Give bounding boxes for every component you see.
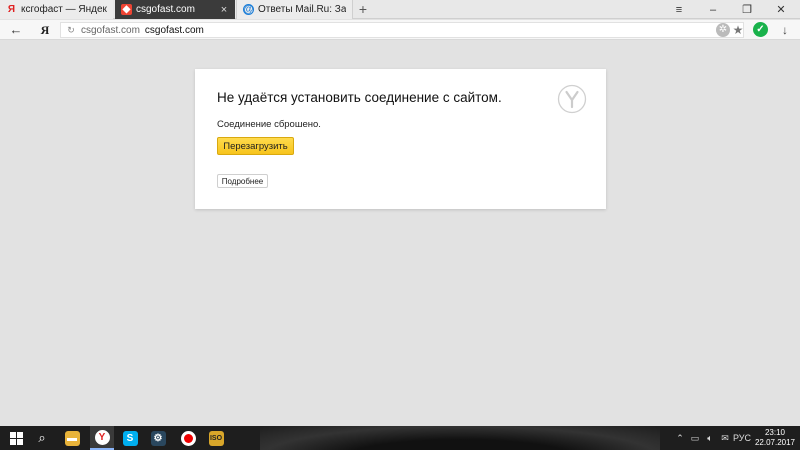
- navigation-bar: ← Я ↻ csgofast.com csgofast.com ✲ ★ ✓ ↓: [0, 20, 800, 40]
- taskbar-yandex-browser[interactable]: Y: [90, 426, 114, 450]
- taskbar-recorder[interactable]: [176, 426, 200, 450]
- address-domain: csgofast.com: [81, 24, 140, 36]
- windows-icon: [9, 431, 23, 445]
- app-icon: ISO: [208, 430, 224, 446]
- minimize-button[interactable]: –: [702, 0, 724, 19]
- search-button[interactable]: ⌕: [30, 426, 54, 450]
- new-tab-button[interactable]: +: [356, 1, 370, 18]
- yandex-home-button[interactable]: Я: [38, 21, 52, 39]
- steam-icon: ⚙: [150, 430, 166, 446]
- close-window-button[interactable]: ✕: [770, 0, 792, 19]
- back-button[interactable]: ←: [8, 21, 24, 39]
- tab-csgofast[interactable]: ◆ csgofast.com ×: [115, 0, 235, 19]
- record-icon: [180, 430, 196, 446]
- yandex-icon: Я: [7, 4, 16, 15]
- protect-icon[interactable]: ✲: [716, 23, 730, 37]
- speaker-icon[interactable]: 🔈︎: [704, 426, 716, 450]
- mailru-icon: @: [243, 4, 254, 15]
- tab-title: Ответы Mail.Ru: Задать воп: [258, 4, 346, 15]
- tab-mailru[interactable]: @ Ответы Mail.Ru: Задать воп: [236, 0, 353, 19]
- taskbar-clock[interactable]: 23:10 22.07.2017: [752, 428, 798, 450]
- language-indicator[interactable]: РУС: [733, 426, 751, 450]
- tab-strip: Я ксгофаст — Яндекс: нашла ◆ csgofast.co…: [0, 0, 800, 19]
- clock-time: 23:10: [764, 428, 786, 437]
- clock-date: 22.07.2017: [754, 438, 796, 447]
- close-tab-icon[interactable]: ×: [219, 4, 229, 16]
- notification-icon[interactable]: ✉: [718, 426, 732, 450]
- wallpaper-strip: [260, 426, 660, 450]
- csgofast-icon: ◆: [121, 4, 132, 15]
- browser-menu-icon[interactable]: ≡: [668, 0, 690, 19]
- network-icon[interactable]: ▭: [688, 426, 702, 450]
- yandex-browser-icon: Y: [94, 429, 110, 445]
- adblock-check-icon[interactable]: ✓: [753, 22, 768, 37]
- tab-title: ксгофаст — Яндекс: нашла: [21, 4, 107, 15]
- error-card: Не удаётся установить соединение с сайто…: [195, 69, 606, 209]
- details-button[interactable]: Подробнее: [217, 174, 268, 188]
- taskbar-skype[interactable]: S: [118, 426, 142, 450]
- connection-icon[interactable]: ↻: [65, 25, 77, 36]
- yandex-browser-logo-icon: [557, 84, 587, 114]
- error-title: Не удаётся установить соединение с сайто…: [217, 90, 502, 105]
- taskbar-app[interactable]: ISO: [204, 426, 228, 450]
- folder-icon: ▬: [64, 430, 80, 446]
- reload-button[interactable]: Перезагрузить: [217, 137, 294, 155]
- tray-chevron-icon[interactable]: ⌃: [674, 426, 686, 450]
- taskbar-steam[interactable]: ⚙: [146, 426, 170, 450]
- error-message: Соединение сброшено.: [217, 119, 321, 130]
- downloads-icon[interactable]: ↓: [778, 22, 792, 38]
- start-button[interactable]: [4, 426, 28, 450]
- skype-icon: S: [122, 430, 138, 446]
- search-icon: ⌕: [38, 430, 46, 445]
- address-bar[interactable]: ↻ csgofast.com csgofast.com: [60, 22, 744, 38]
- taskbar-file-explorer[interactable]: ▬: [60, 426, 84, 450]
- tab-title: csgofast.com: [136, 4, 195, 15]
- restore-button[interactable]: ❐: [736, 0, 758, 19]
- bookmark-star-icon[interactable]: ★: [731, 22, 745, 38]
- address-url: csgofast.com: [144, 24, 204, 36]
- tab-yandex-search[interactable]: Я ксгофаст — Яндекс: нашла: [0, 0, 113, 19]
